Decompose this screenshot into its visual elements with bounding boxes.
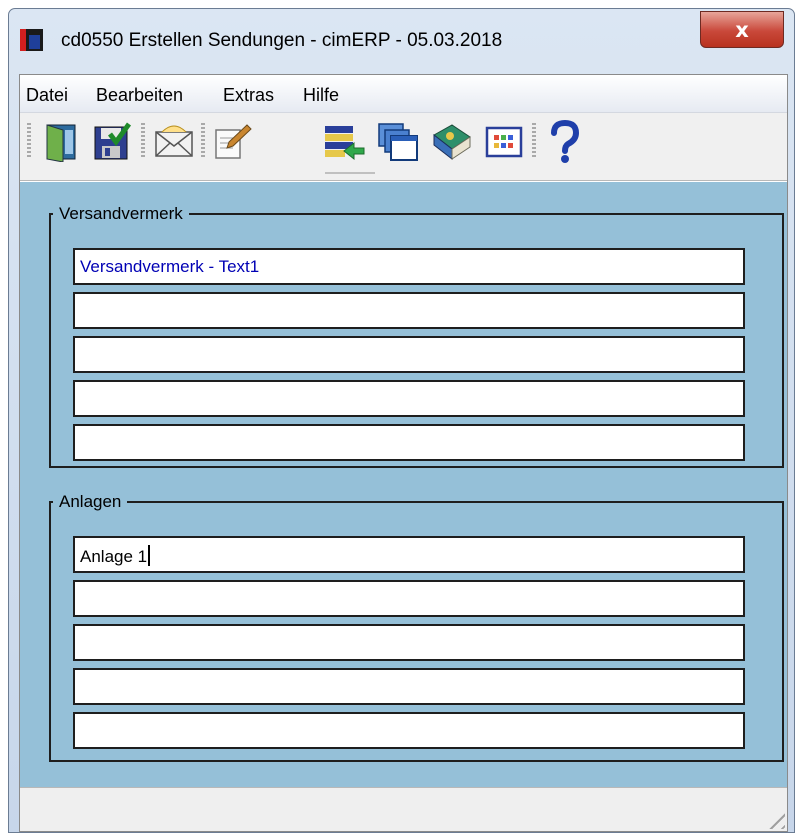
edit-document-icon[interactable]	[208, 119, 256, 165]
toolbar-button-underline	[325, 172, 375, 174]
anlagen-line-4[interactable]	[73, 668, 745, 705]
text-caret	[148, 545, 151, 566]
versandvermerk-line-5[interactable]	[73, 424, 745, 461]
versandvermerk-line-2[interactable]	[73, 292, 745, 329]
versandvermerk-line-3[interactable]	[73, 336, 745, 373]
menu-datei[interactable]: Datei	[26, 85, 68, 106]
resize-grip-icon[interactable]	[763, 807, 785, 829]
client-area: Datei Bearbeiten Extras Hilfe Versandver…	[19, 74, 788, 832]
toolbar-separator	[532, 123, 536, 159]
versandvermerk-line-4[interactable]	[73, 380, 745, 417]
anlagen-line-5[interactable]	[73, 712, 745, 749]
help-icon[interactable]	[540, 119, 588, 165]
exit-door-icon[interactable]	[38, 119, 86, 165]
status-bar	[20, 787, 787, 831]
app-logo-icon	[20, 29, 43, 51]
anlagen-line-3[interactable]	[73, 624, 745, 661]
toolbar-grip[interactable]	[27, 123, 31, 159]
anlagen-label: Anlagen	[59, 492, 122, 511]
book-icon[interactable]	[428, 119, 476, 165]
versandvermerk-label: Versandvermerk	[59, 204, 183, 223]
menu-hilfe[interactable]: Hilfe	[303, 85, 339, 106]
window-title: cd0550 Erstellen Sendungen - cimERP - 05…	[61, 30, 503, 51]
menu-bearbeiten[interactable]: Bearbeiten	[96, 85, 183, 106]
toolbar-separator	[141, 123, 145, 159]
menu-bar: Datei Bearbeiten Extras Hilfe	[20, 75, 787, 113]
close-button[interactable]: x	[700, 11, 784, 48]
menu-extras[interactable]: Extras	[223, 85, 274, 106]
anlagen-line-2[interactable]	[73, 580, 745, 617]
save-icon[interactable]	[88, 119, 136, 165]
form-area: Versandvermerk Versandvermerk - Text1 An…	[20, 182, 787, 787]
versandvermerk-group: Versandvermerk Versandvermerk - Text1	[49, 204, 784, 468]
grid-icon[interactable]	[480, 119, 528, 165]
envelope-icon[interactable]	[150, 119, 198, 165]
list-transfer-icon[interactable]	[320, 119, 368, 165]
windows-cascade-icon[interactable]	[374, 119, 422, 165]
toolbar-separator	[201, 123, 205, 159]
anlagen-group: Anlagen Anlage 1	[49, 492, 784, 762]
title-bar[interactable]: cd0550 Erstellen Sendungen - cimERP - 05…	[9, 9, 794, 66]
app-window: cd0550 Erstellen Sendungen - cimERP - 05…	[8, 8, 795, 833]
anlagen-line-1[interactable]: Anlage 1	[73, 536, 745, 573]
versandvermerk-line-1[interactable]: Versandvermerk - Text1	[73, 248, 745, 285]
anlagen-line-1-text: Anlage 1	[80, 547, 148, 566]
toolbar	[20, 113, 787, 181]
